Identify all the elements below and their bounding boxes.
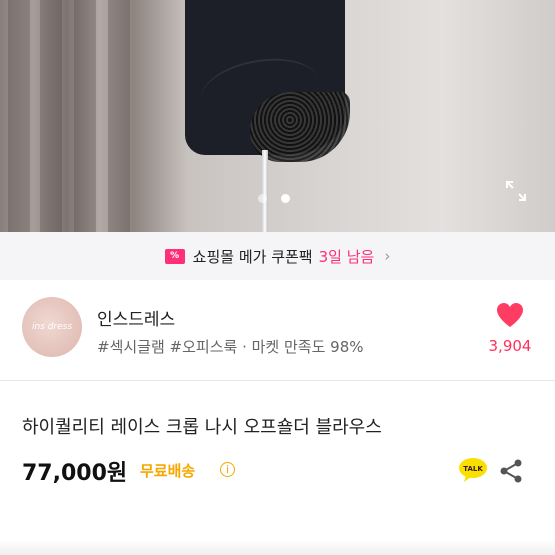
slide-dot-active[interactable] xyxy=(281,194,290,203)
avatar-logo-text: ins dress xyxy=(31,322,73,332)
product-price: 77,000원 xyxy=(22,461,128,486)
curtain-fold xyxy=(40,0,62,232)
bottom-bar xyxy=(0,540,555,555)
slide-indicator xyxy=(258,194,290,203)
seller-avatar[interactable]: ins dress xyxy=(22,297,82,357)
mannequin-stand xyxy=(262,150,268,232)
curtain-fold xyxy=(74,0,96,232)
seller-name[interactable]: 인스드레스 xyxy=(97,305,175,330)
share-icon[interactable] xyxy=(499,458,523,484)
coupon-ticket-icon: % xyxy=(164,248,185,264)
chevron-right-icon: › xyxy=(384,247,391,265)
info-icon[interactable]: i xyxy=(220,462,235,477)
coupon-banner[interactable]: % 쇼핑몰 메가 쿠폰팩 3일 남음 › xyxy=(0,232,555,280)
like-count: 3,904 xyxy=(488,337,532,355)
expand-icon[interactable] xyxy=(505,180,527,202)
free-shipping-label: 무료배송 xyxy=(140,462,196,480)
product-image[interactable] xyxy=(0,0,555,232)
section-divider xyxy=(0,380,555,381)
heart-icon[interactable] xyxy=(496,302,524,328)
seller-tags: #섹시글램 #오피스룩 · 마켓 만족도 98% xyxy=(97,338,364,356)
slide-dot[interactable] xyxy=(258,194,267,203)
talk-label: TALK xyxy=(463,465,483,473)
curtain-fold xyxy=(108,0,130,232)
seller-row[interactable]: ins dress 인스드레스 #섹시글램 #오피스룩 · 마켓 만족도 98%… xyxy=(0,280,555,380)
product-title: 하이퀄리티 레이스 크롭 나시 오프숄더 블라우스 xyxy=(22,417,382,438)
curtain-fold xyxy=(8,0,30,232)
coupon-label: 쇼핑몰 메가 쿠폰팩 xyxy=(192,247,313,266)
kakao-talk-icon[interactable]: TALK xyxy=(458,457,488,483)
coupon-days-left: 3일 남음 xyxy=(318,247,375,266)
